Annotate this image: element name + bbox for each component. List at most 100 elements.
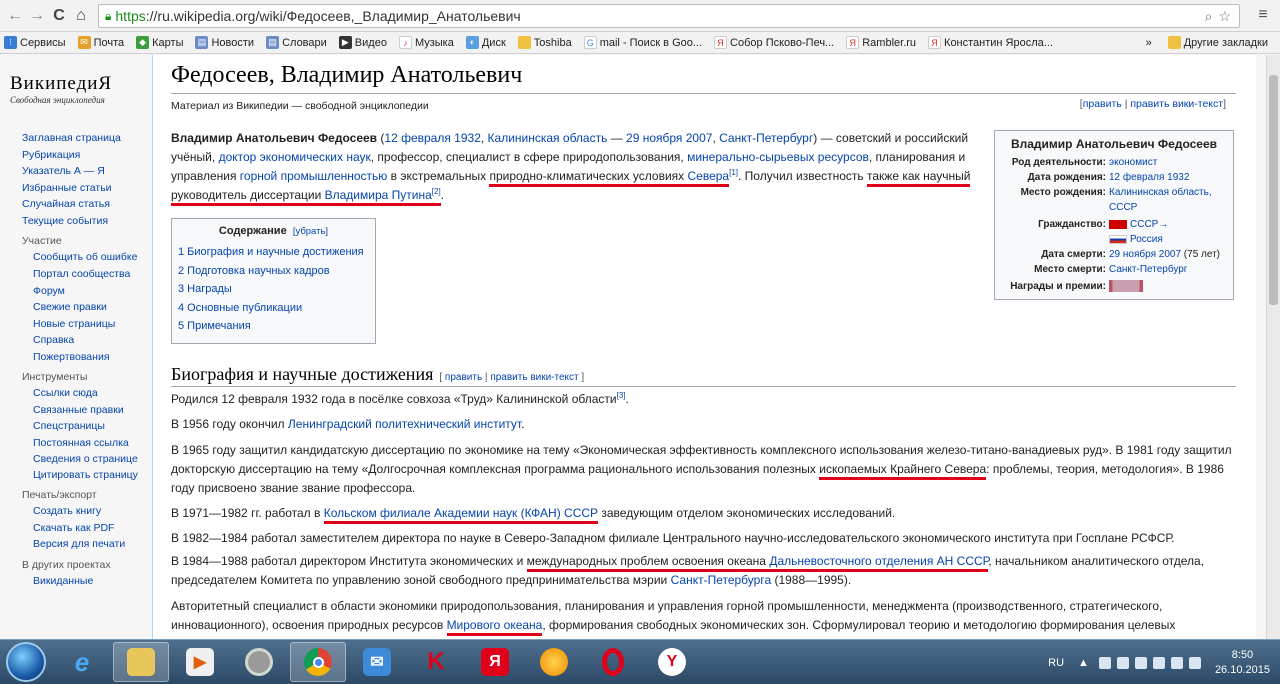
degree-link[interactable]: доктор экономических наук — [219, 150, 371, 164]
tray-expand-icon[interactable]: ▲ — [1078, 657, 1089, 669]
bookmark-dicts[interactable]: ▤ Словари — [262, 36, 327, 49]
reference-link[interactable]: [1] — [729, 168, 738, 177]
world-ocean-link[interactable]: Мирового океана — [447, 618, 543, 633]
award-ribbon-icon[interactable] — [1109, 280, 1143, 293]
mining-link[interactable]: горной промышленностью — [240, 169, 388, 183]
other-bookmarks[interactable]: Другие закладки — [1164, 36, 1268, 49]
sidebar-link[interactable]: Создать книгу — [33, 503, 142, 520]
sidebar-link[interactable]: Портал сообщества — [33, 266, 142, 283]
home-icon[interactable]: ⌂ — [70, 5, 92, 27]
bookmark-music[interactable]: ♪ Музыка — [395, 36, 454, 49]
sidebar-link[interactable]: Постоянная ссылка — [33, 435, 142, 452]
reference-link[interactable]: [3] — [617, 391, 626, 400]
more-bookmarks-button[interactable]: » — [1146, 37, 1152, 49]
sidebar-link[interactable]: Справка — [33, 332, 142, 349]
taskbar-app[interactable] — [231, 642, 287, 682]
taskbar-yandex-browser[interactable]: Y — [644, 642, 700, 682]
infobox-value-link[interactable]: Россия — [1130, 234, 1163, 245]
infobox-value-link[interactable]: СССР→ — [1130, 219, 1168, 230]
sidebar-link[interactable]: Случайная статья — [22, 196, 142, 213]
back-icon[interactable]: ← — [4, 5, 26, 27]
sidebar-link[interactable]: Спецстраницы — [33, 418, 142, 435]
kola-branch-link[interactable]: Кольском филиале Академии наук (КФАН) СС… — [324, 506, 598, 521]
language-indicator[interactable]: RU — [1048, 657, 1064, 669]
network-icon[interactable] — [1152, 656, 1165, 669]
spb-link[interactable]: Санкт-Петербурга — [671, 573, 772, 587]
volume-icon[interactable] — [1134, 656, 1147, 669]
toc-item[interactable]: 5 Примечания — [178, 317, 369, 336]
sidebar-link[interactable]: Форум — [33, 283, 142, 300]
sidebar-link[interactable]: Текущие события — [22, 213, 142, 230]
bookmark-google[interactable]: Gmail - Поиск в Goo... — [580, 36, 702, 49]
edit-link[interactable]: править — [445, 372, 482, 383]
edit-link[interactable]: править — [1083, 98, 1122, 110]
wikipedia-logo[interactable]: ВикипедиЯ Свободная энциклопедия — [10, 73, 140, 105]
sidebar-link[interactable]: Новые страницы — [33, 316, 142, 333]
sidebar-link[interactable]: Версия для печати — [33, 536, 142, 553]
toc-item[interactable]: 2 Подготовка научных кадров — [178, 262, 369, 281]
sidebar-link[interactable]: Свежие правки — [33, 299, 142, 316]
sidebar-link[interactable]: Пожертвования — [33, 349, 142, 366]
bookmark-rambler[interactable]: Я Rambler.ru — [842, 36, 916, 49]
bookmark-sobor[interactable]: Я Собор Псково-Печ... — [710, 36, 834, 49]
scrollbar-thumb[interactable] — [1269, 75, 1278, 305]
taskbar-yandex[interactable]: Я — [467, 642, 523, 682]
sidebar-link[interactable]: Связанные правки — [33, 402, 142, 419]
sidebar-link[interactable]: Сообщить об ошибке — [33, 249, 142, 266]
kaspersky-tray-icon[interactable] — [1116, 656, 1129, 669]
power-icon[interactable] — [1170, 656, 1183, 669]
taskbar-opera[interactable] — [585, 642, 641, 682]
search-icon[interactable]: ⌕ — [1205, 8, 1213, 25]
infobox-value-link[interactable]: экономист — [1109, 155, 1227, 170]
taskbar-chrome[interactable] — [290, 642, 346, 682]
death-place-link[interactable]: Санкт-Петербург — [719, 131, 813, 145]
sidebar-link[interactable]: Указатель А — Я — [22, 163, 142, 180]
clock[interactable]: 8:50 26.10.2015 — [1215, 648, 1270, 678]
flag-icon[interactable] — [1098, 656, 1111, 669]
sidebar-link[interactable]: Цитировать страницу — [33, 467, 142, 483]
taskbar-mail[interactable]: ✉ — [349, 642, 405, 682]
bookmark-disk[interactable]: ◐ Диск — [462, 36, 506, 49]
infobox-value-link[interactable]: Калининская область, СССР — [1109, 185, 1227, 215]
far-east-branch-link[interactable]: Дальневосточного отделения АН СССР — [769, 554, 988, 568]
edit-wiki-link[interactable]: править вики-текст — [1130, 98, 1223, 110]
birth-date-link[interactable]: 12 февраля 1932 — [384, 131, 480, 145]
url-bar[interactable]: 🔒︎ https://ru.wikipedia.org/wiki/Федосее… — [98, 4, 1240, 28]
page-scrollbar[interactable] — [1266, 55, 1280, 639]
sidebar-link[interactable]: Скачать как PDF — [33, 520, 142, 537]
forward-icon[interactable]: → — [26, 5, 48, 27]
resources-link[interactable]: минерально-сырьевых ресурсов — [687, 150, 869, 164]
infobox-value-link[interactable]: 12 февраля 1932 — [1109, 170, 1227, 185]
putin-link[interactable]: Владимира Путина — [325, 188, 432, 202]
sidebar-link[interactable]: Ссылки сюда — [33, 385, 142, 402]
sidebar-link[interactable]: Сведения о странице — [33, 451, 142, 467]
sidebar-link[interactable]: Викиданные — [33, 573, 142, 590]
bookmark-toshiba[interactable]: Toshiba — [514, 36, 572, 49]
sidebar-link[interactable]: Заглавная страница — [22, 130, 142, 147]
star-icon[interactable]: ☆ — [1218, 8, 1231, 25]
reload-icon[interactable]: C — [48, 5, 70, 27]
bookmark-konstantin[interactable]: Я Константин Яросла... — [924, 36, 1053, 49]
reference-link[interactable]: [2] — [432, 187, 441, 196]
death-date-link[interactable]: 29 ноября 2007 — [626, 131, 712, 145]
bookmark-mail[interactable]: ✉ Почта — [74, 36, 124, 49]
birth-place-link[interactable]: Калининская область — [488, 131, 608, 145]
sidebar-link[interactable]: Рубрикация — [22, 147, 142, 164]
bookmark-video[interactable]: ▶ Видео — [335, 36, 387, 49]
display-icon[interactable] — [1188, 656, 1201, 669]
taskbar-kaspersky[interactable]: K — [408, 642, 464, 682]
infobox-value-link[interactable]: 29 ноября 2007 — [1109, 249, 1181, 260]
bookmark-news[interactable]: ▤ Новости — [191, 36, 254, 49]
edit-wiki-link[interactable]: править вики-текст — [490, 372, 578, 383]
menu-icon[interactable]: ≡ — [1254, 6, 1272, 24]
toc-item[interactable]: 4 Основные публикации — [178, 299, 369, 318]
taskbar-ie[interactable]: e — [54, 642, 110, 682]
infobox-value-link[interactable]: Санкт-Петербург — [1109, 262, 1227, 277]
toc-item[interactable]: 3 Награды — [178, 280, 369, 299]
sidebar-link[interactable]: Избранные статьи — [22, 180, 142, 197]
taskbar-media[interactable]: ▶ — [172, 642, 228, 682]
taskbar-explorer[interactable] — [113, 642, 169, 682]
toc-toggle[interactable]: [убрать] — [293, 226, 328, 237]
polytech-link[interactable]: Ленинградский политехнический институт — [288, 417, 521, 431]
toc-item[interactable]: 1 Биография и научные достижения — [178, 243, 369, 262]
